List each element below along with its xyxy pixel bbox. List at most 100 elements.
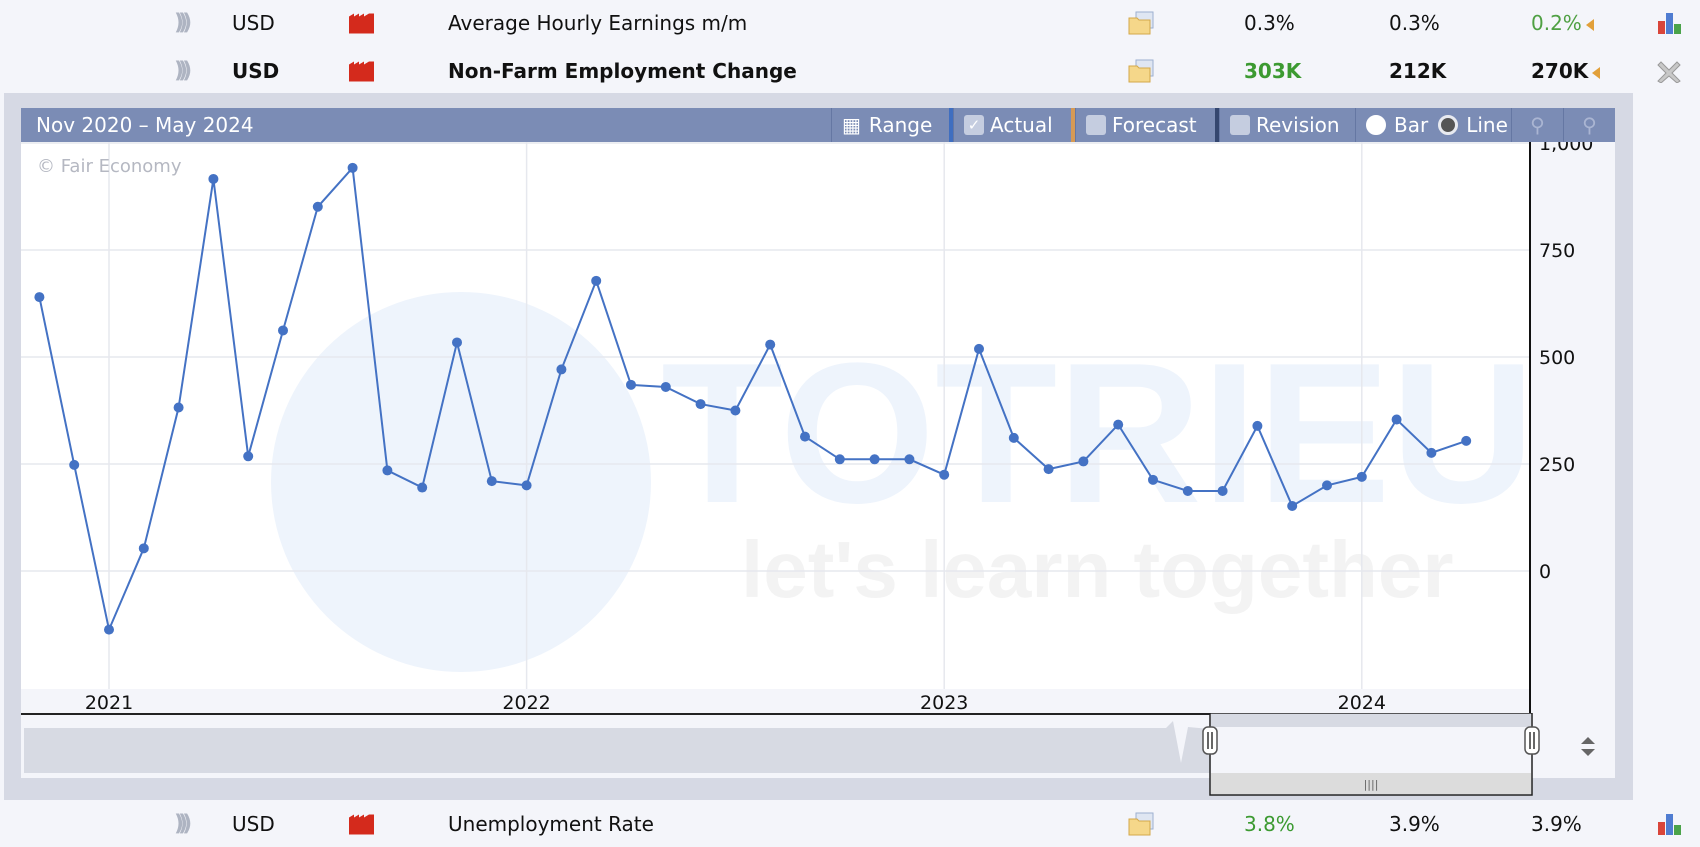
data-point [1113, 419, 1124, 430]
data-point [974, 343, 984, 354]
zoom-in-button[interactable]: ⚲ [1511, 108, 1563, 142]
forecast-checkbox[interactable] [1086, 115, 1106, 135]
actual-value: 0.3% [1244, 11, 1295, 35]
x-tick-label: 2022 [502, 692, 550, 713]
data-point [695, 399, 706, 410]
data-point [278, 325, 288, 336]
data-point [1426, 447, 1437, 458]
x-tick-label: 2024 [1338, 692, 1386, 713]
x-tick-label: 2023 [920, 692, 968, 713]
previous-value: 3.9% [1531, 812, 1582, 836]
data-point [486, 476, 497, 487]
event-name[interactable]: Average Hourly Earnings m/m [448, 11, 747, 35]
data-point [1322, 480, 1332, 491]
data-point [69, 459, 80, 470]
scrollbar-grip-icon: |||| [1364, 778, 1379, 791]
data-point [417, 482, 428, 493]
event-name[interactable]: Non-Farm Employment Change [448, 59, 797, 83]
data-point [104, 624, 114, 635]
bar-radio[interactable] [1366, 115, 1386, 135]
folder-icon[interactable] [1128, 11, 1155, 35]
date-range-title: Nov 2020 – May 2024 [36, 113, 254, 137]
data-point [660, 381, 671, 392]
previous-value: 270K [1531, 59, 1601, 83]
sound-icon: ))) [174, 811, 192, 837]
data-point [800, 431, 810, 442]
zoom-out-button[interactable]: ⚲ [1563, 108, 1615, 142]
zoom-in-icon: ⚲ [1530, 113, 1545, 137]
y-tick-label: 750 [1539, 240, 1575, 262]
data-point [208, 173, 219, 184]
event-row[interactable]: ))) USD Non-Farm Employment Change 303K … [4, 48, 1700, 94]
event-row[interactable]: ))) USD Average Hourly Earnings m/m 0.3%… [4, 0, 1700, 46]
actual-value: 303K [1244, 59, 1302, 83]
folder-icon[interactable] [1128, 812, 1155, 836]
data-point [347, 162, 358, 173]
bar-chart-icon[interactable] [1656, 11, 1683, 35]
bar-chart-icon[interactable] [1656, 812, 1683, 836]
line-radio[interactable] [1438, 115, 1459, 135]
y-tick-label: 250 [1539, 454, 1575, 476]
zoom-out-icon: ⚲ [1582, 113, 1597, 137]
data-point [1356, 471, 1367, 482]
data-point [1217, 485, 1228, 496]
watermark-text: TOTRIEU [661, 322, 1535, 545]
forecast-value: 3.9% [1389, 812, 1440, 836]
y-tick-label: 1,000 [1539, 142, 1593, 155]
data-point [730, 405, 741, 416]
line-chart: TOTRIEUlet's learn together 0 250 500 750 1,0… [21, 142, 1593, 713]
revision-checkbox[interactable] [1230, 115, 1250, 135]
data-point [1252, 420, 1263, 431]
navigator-handle[interactable] [1202, 726, 1218, 755]
forecast-label: Forecast [1112, 113, 1197, 137]
event-row[interactable]: ))) USD Unemployment Rate 3.8% 3.9% 3.9% [4, 801, 1700, 847]
data-point [382, 465, 393, 476]
watermark-logo [271, 292, 651, 672]
navigator-area [24, 721, 1210, 773]
navigator-handle[interactable] [1524, 726, 1540, 755]
y-tick-label: 0 [1539, 561, 1551, 583]
sort-down-icon[interactable] [1581, 749, 1595, 756]
range-label: Range [868, 113, 933, 137]
data-point [1287, 500, 1298, 511]
currency-label: USD [232, 59, 280, 83]
high-impact-icon [349, 13, 374, 34]
line-label: Line [1466, 113, 1508, 137]
previous-value: 0.2% [1531, 11, 1594, 35]
chart-panel: Nov 2020 – May 2024 ▦ Range ✓ Actual For… [4, 93, 1633, 800]
data-point [869, 454, 880, 465]
revision-label: Revision [1256, 113, 1340, 137]
data-point [243, 451, 254, 462]
actual-checkbox[interactable]: ✓ [964, 115, 984, 135]
sort-up-icon[interactable] [1581, 737, 1595, 744]
data-point [1078, 456, 1089, 467]
currency-label: USD [232, 812, 275, 836]
high-impact-icon [349, 814, 374, 835]
event-name[interactable]: Unemployment Rate [448, 812, 654, 836]
revision-toggle[interactable]: Revision [1219, 108, 1350, 142]
currency-label: USD [232, 11, 275, 35]
data-point [765, 339, 776, 350]
data-point [34, 292, 45, 303]
forecast-value: 0.3% [1389, 11, 1440, 35]
sound-icon: ))) [174, 58, 192, 84]
data-point [1043, 464, 1054, 475]
revised-arrow-icon [1585, 18, 1594, 31]
data-point [939, 469, 950, 480]
range-navigator[interactable]: |||| [21, 713, 1615, 796]
data-point [1008, 432, 1019, 443]
actual-value: 3.8% [1244, 812, 1295, 836]
actual-toggle[interactable]: ✓ Actual [953, 108, 1063, 142]
close-icon[interactable] [1656, 59, 1683, 84]
sound-icon: ))) [174, 10, 192, 36]
forecast-value: 212K [1389, 59, 1447, 83]
chart-type-toggle: Bar Line [1355, 108, 1518, 142]
range-button[interactable]: ▦ Range [831, 108, 942, 142]
high-impact-icon [349, 61, 374, 82]
data-point [626, 379, 636, 390]
data-point [452, 337, 462, 348]
data-point [1461, 435, 1472, 446]
revised-arrow-icon [1592, 66, 1601, 79]
forecast-toggle[interactable]: Forecast [1075, 108, 1207, 142]
folder-icon[interactable] [1128, 59, 1155, 83]
